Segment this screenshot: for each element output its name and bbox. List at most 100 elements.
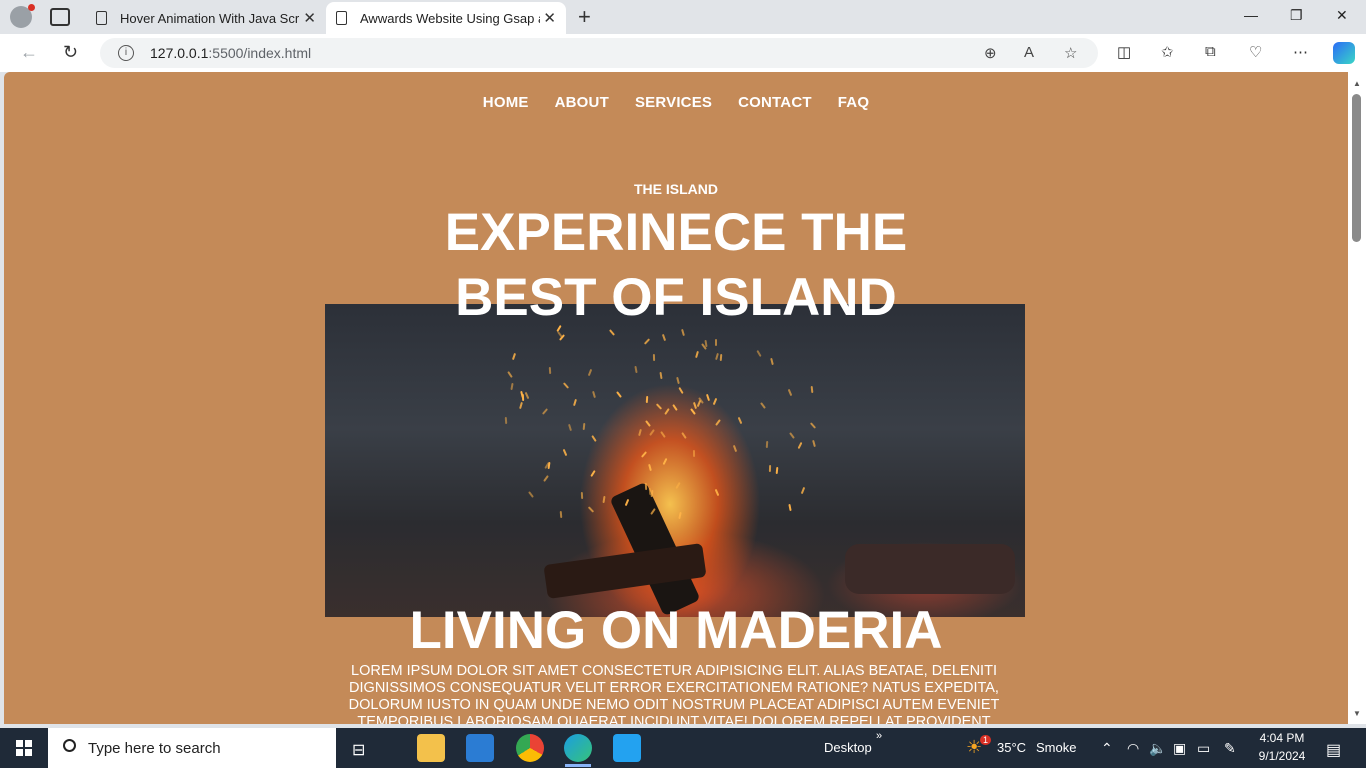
nav-link-faq[interactable]: FAQ [838, 94, 869, 111]
spark-particle [765, 440, 768, 448]
spark-particle [519, 402, 524, 410]
minimize-icon[interactable]: — [1244, 7, 1258, 23]
favorite-star-icon[interactable]: ☆ [1064, 44, 1077, 62]
spark-particle [588, 368, 593, 377]
tab-title: Awwards Website Using Gsap and [360, 10, 540, 26]
spark-particle [800, 487, 805, 495]
edge-icon[interactable] [564, 734, 592, 762]
nav-link-services[interactable]: SERVICES [635, 94, 712, 111]
page-viewport: HOME ABOUT SERVICES CONTACT FAQ THE ISLA… [4, 72, 1348, 724]
spark-particle [645, 395, 648, 403]
pen-icon[interactable]: ✎ [1224, 740, 1236, 757]
page-scrollbar[interactable]: ▲ ▼ [1348, 72, 1366, 724]
mail-icon[interactable] [466, 734, 494, 762]
spark-particle [714, 418, 721, 426]
zoom-icon[interactable]: ⊕ [984, 44, 997, 62]
reload-icon[interactable]: ↻ [63, 42, 78, 63]
spark-particle [543, 474, 549, 482]
weather-temperature[interactable]: 35°C [997, 740, 1026, 755]
close-window-icon[interactable]: ✕ [1336, 7, 1348, 24]
spark-particle [705, 394, 710, 402]
spark-particle [559, 511, 562, 519]
new-tab-icon[interactable]: + [578, 4, 591, 30]
back-icon[interactable]: ← [20, 42, 38, 63]
chevron-up-icon[interactable]: ⌃ [1101, 740, 1113, 757]
spark-particle [511, 353, 516, 361]
spark-particle [592, 390, 597, 399]
restore-icon[interactable]: ❐ [1290, 7, 1303, 24]
site-info-icon[interactable]: i [118, 45, 134, 61]
browser-tab-active[interactable]: Awwards Website Using Gsap and ✕ [326, 2, 566, 34]
page-icon [336, 11, 347, 25]
read-aloud-icon[interactable]: A [1024, 44, 1034, 61]
more-menu-icon[interactable]: ⋯ [1293, 43, 1308, 61]
favorites-icon[interactable]: ✩ [1161, 43, 1174, 61]
url-text[interactable]: 127.0.0.1:5500/index.html [150, 45, 311, 61]
collections-icon[interactable]: ⧉ [1205, 43, 1216, 60]
spark-particle [810, 385, 814, 393]
hero-headline-line: BEST OF ISLAND [455, 268, 897, 327]
windows-start-icon[interactable] [16, 740, 32, 756]
nav-link-contact[interactable]: CONTACT [738, 94, 812, 111]
weather-description[interactable]: Smoke [1036, 740, 1076, 755]
section-headline: LIVING ON MADERIA [409, 601, 943, 660]
spark-particle [591, 435, 598, 443]
spark-particle [644, 420, 651, 428]
split-screen-icon[interactable]: ◫ [1117, 43, 1131, 61]
browser-essentials-icon[interactable]: ♡ [1249, 43, 1262, 61]
spark-particle [678, 511, 683, 520]
nav-link-home[interactable]: HOME [483, 94, 529, 111]
spark-particle [776, 466, 779, 474]
chrome-icon[interactable] [516, 734, 544, 762]
notification-center-small-icon[interactable]: ▣ [1173, 740, 1186, 757]
chevron-right-icon[interactable]: » [876, 730, 882, 742]
action-center-icon[interactable]: ▤ [1326, 740, 1341, 760]
rock-shape [845, 544, 1015, 594]
weather-badge: 1 [980, 735, 992, 745]
spark-particle [588, 506, 595, 513]
spark-particle [648, 464, 653, 472]
tab-actions-icon[interactable] [50, 8, 70, 26]
windows-taskbar: Type here to search ⊟ Desktop » ☀ 1 35°C… [0, 728, 1366, 768]
spark-particle [615, 390, 622, 398]
clock-date[interactable]: 9/1/2024 [1256, 749, 1308, 763]
profile-avatar-icon[interactable] [10, 4, 35, 28]
spark-particle [507, 370, 514, 378]
spark-particle [524, 391, 529, 399]
spark-particle [714, 489, 720, 497]
battery-icon[interactable]: ▭ [1197, 740, 1210, 757]
nav-link-about[interactable]: ABOUT [555, 94, 609, 111]
spark-particle [633, 366, 638, 374]
spark-particle [798, 441, 803, 449]
close-tab-icon[interactable]: ✕ [543, 9, 556, 27]
spark-particle [678, 386, 684, 394]
address-bar[interactable]: i 127.0.0.1:5500/index.html ⊕ A ☆ [100, 38, 1098, 68]
task-view-icon[interactable]: ⊟ [352, 740, 365, 760]
spark-particle [557, 331, 563, 338]
close-tab-icon[interactable]: ✕ [303, 9, 316, 27]
taskbar-search-box[interactable]: Type here to search [48, 728, 336, 768]
scrollbar-thumb[interactable] [1352, 94, 1361, 242]
network-icon[interactable]: ◠ [1127, 740, 1139, 757]
clock-time[interactable]: 4:04 PM [1258, 731, 1306, 745]
vscode-icon[interactable] [613, 734, 641, 762]
spark-particle [648, 488, 652, 496]
copilot-icon[interactable] [1333, 42, 1355, 64]
hero-headline-line: EXPERINECE THE [444, 203, 908, 262]
spark-particle [562, 448, 568, 457]
spark-particle [809, 421, 817, 429]
search-icon [63, 739, 76, 752]
scroll-up-icon[interactable]: ▲ [1353, 79, 1361, 88]
file-explorer-icon[interactable] [417, 734, 445, 762]
browser-toolbar: ← ↻ i 127.0.0.1:5500/index.html ⊕ A ☆ ◫ … [0, 34, 1366, 72]
spark-particle [527, 491, 534, 499]
desktop-toolbar-label[interactable]: Desktop [824, 740, 872, 755]
spark-particle [769, 357, 774, 366]
browser-tab[interactable]: Hover Animation With Java Script ✕ [86, 2, 326, 34]
spark-particle [692, 449, 695, 457]
spark-particle [548, 366, 551, 374]
spark-particle [788, 503, 792, 512]
spark-particle [541, 408, 548, 416]
volume-icon[interactable]: 🔈 [1149, 740, 1166, 757]
scroll-down-icon[interactable]: ▼ [1353, 709, 1361, 718]
